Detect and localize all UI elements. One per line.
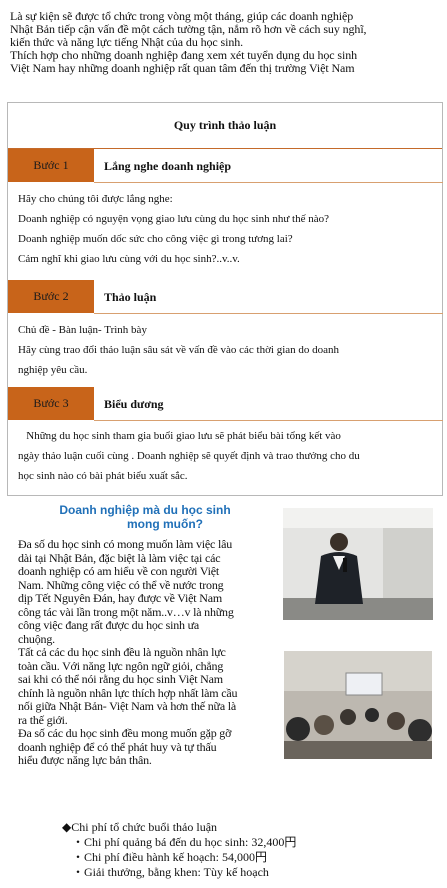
section-body: Đa số du học sinh có mong muốn làm việc … [18,537,280,768]
section-heading: Doanh nghiệp mà du học sinh mong muốn? [40,503,250,531]
step-1-line: Doanh nghiệp muốn dốc sức cho công việc … [18,233,293,245]
section-line: công tác vài lần trong một năm..v…v là n… [18,604,234,619]
step-3-label: Bước 3 [8,387,94,420]
audience-photo-image [284,651,432,759]
section-line: doanh nghiệp để có thể phát huy và tự th… [18,739,217,754]
section-line: ra thế giới. [18,712,68,727]
step-2-line: nghiệp yêu cầu. [18,364,88,376]
section-line: chuộng. [18,631,55,646]
section-line: sai khi có thể nói rằng du học sinh Việt… [18,672,223,686]
cost-heading: ◆Chi phí tổ chức buổi thảo luận [62,820,218,834]
step-3-body: Những du học sinh tham gia buổi giao lưu… [18,426,428,486]
section-line: Đa số du học sinh có mong muốn làm việc … [18,537,233,551]
step-1-label: Bước 1 [8,149,94,182]
process-title: Quy trình thảo luận [173,118,277,132]
section-line: Đa số các du học sinh đều mong muốn gặp … [18,726,232,740]
section-line: chính là nguồn nhân lực thích hợp nhất l… [18,685,238,700]
step-1-divider [94,182,443,183]
step-1-line: Cảm nghĩ khi giao lưu cùng với du học si… [18,253,240,265]
section-line: Nam. Những công việc có thể về nước tron… [18,577,224,592]
cost-item: ・Giải thưởng, bằng khen: Tùy kế hoạch [72,865,269,879]
section-line: Tất cả các du học sinh đều là nguồn nhân… [18,645,226,659]
section-line: công việc đang rất được du học sinh ưa [18,618,200,632]
section-line: dài tại Nhật Bản, đặc biệt là làm việc t… [18,550,221,565]
presenter-photo [283,508,433,620]
step-2-line: Hãy cùng trao đổi thảo luận sâu sát về v… [18,344,340,356]
step-3-title: Biểu dương [104,397,164,411]
step-2-title: Thảo luận [104,290,157,304]
step-3-line: ngày thảo luận cuối cùng . Doanh nghiệp … [18,450,360,462]
discussion-process-box: Quy trình thảo luận Bước 1 Lắng nghe doa… [7,102,443,496]
step-1-body: Hãy cho chúng tôi được lắng nghe: Doanh … [18,189,428,269]
step-3-line: học sinh nào có bài phát biểu xuất sắc. [18,470,188,482]
step-3-divider [94,420,443,421]
step-1-line: Doanh nghiệp có nguyện vọng giao lưu cùn… [18,213,330,225]
section-line: hiểu được năng lực bản thân. [18,753,152,767]
audience-photo [284,651,432,759]
cost-item: ・Chi phí điều hành kế hoạch: 54,000円 [72,850,267,864]
section-line: dịp Tết Nguyên Đán, hay được về Việt Nam [18,591,222,605]
step-3-line: Những du học sinh tham gia buổi giao lưu… [18,430,341,442]
cost-item: ・Chi phí quảng bá đến du học sinh: 32,40… [72,835,297,849]
step-1-title: Lắng nghe doanh nghiệp [104,159,232,173]
step-2-label: Bước 2 [8,280,94,313]
intro-paragraph: Là sự kiện sẽ được tổ chức trong vòng mộ… [10,10,440,75]
step-2-body: Chủ đề - Bàn luận- Trình bày Hãy cùng tr… [18,320,428,380]
presenter-photo-image [283,508,433,620]
section-line: toàn cầu. Với năng lực ngôn ngữ giỏi, ch… [18,658,224,673]
section-heading-line: mong muốn? [127,517,203,531]
intro-line: Việt Nam hay những doanh nghiệp rất quan… [10,61,355,75]
step-2-divider [94,313,443,314]
section-line: nối giữa Nhật Bản- Việt Nam và hơn thế n… [18,699,237,713]
step-2-line: Chủ đề - Bàn luận- Trình bày [18,324,147,336]
section-line: doanh nghiệp có am hiểu về con người Việ… [18,564,219,578]
cost-section: ◆Chi phí tổ chức buổi thảo luận ・Chi phí… [62,820,382,880]
section-heading-line: Doanh nghiệp mà du học sinh [59,503,231,517]
step-1-line: Hãy cho chúng tôi được lắng nghe: [18,193,173,205]
process-header: Quy trình thảo luận [8,103,442,149]
